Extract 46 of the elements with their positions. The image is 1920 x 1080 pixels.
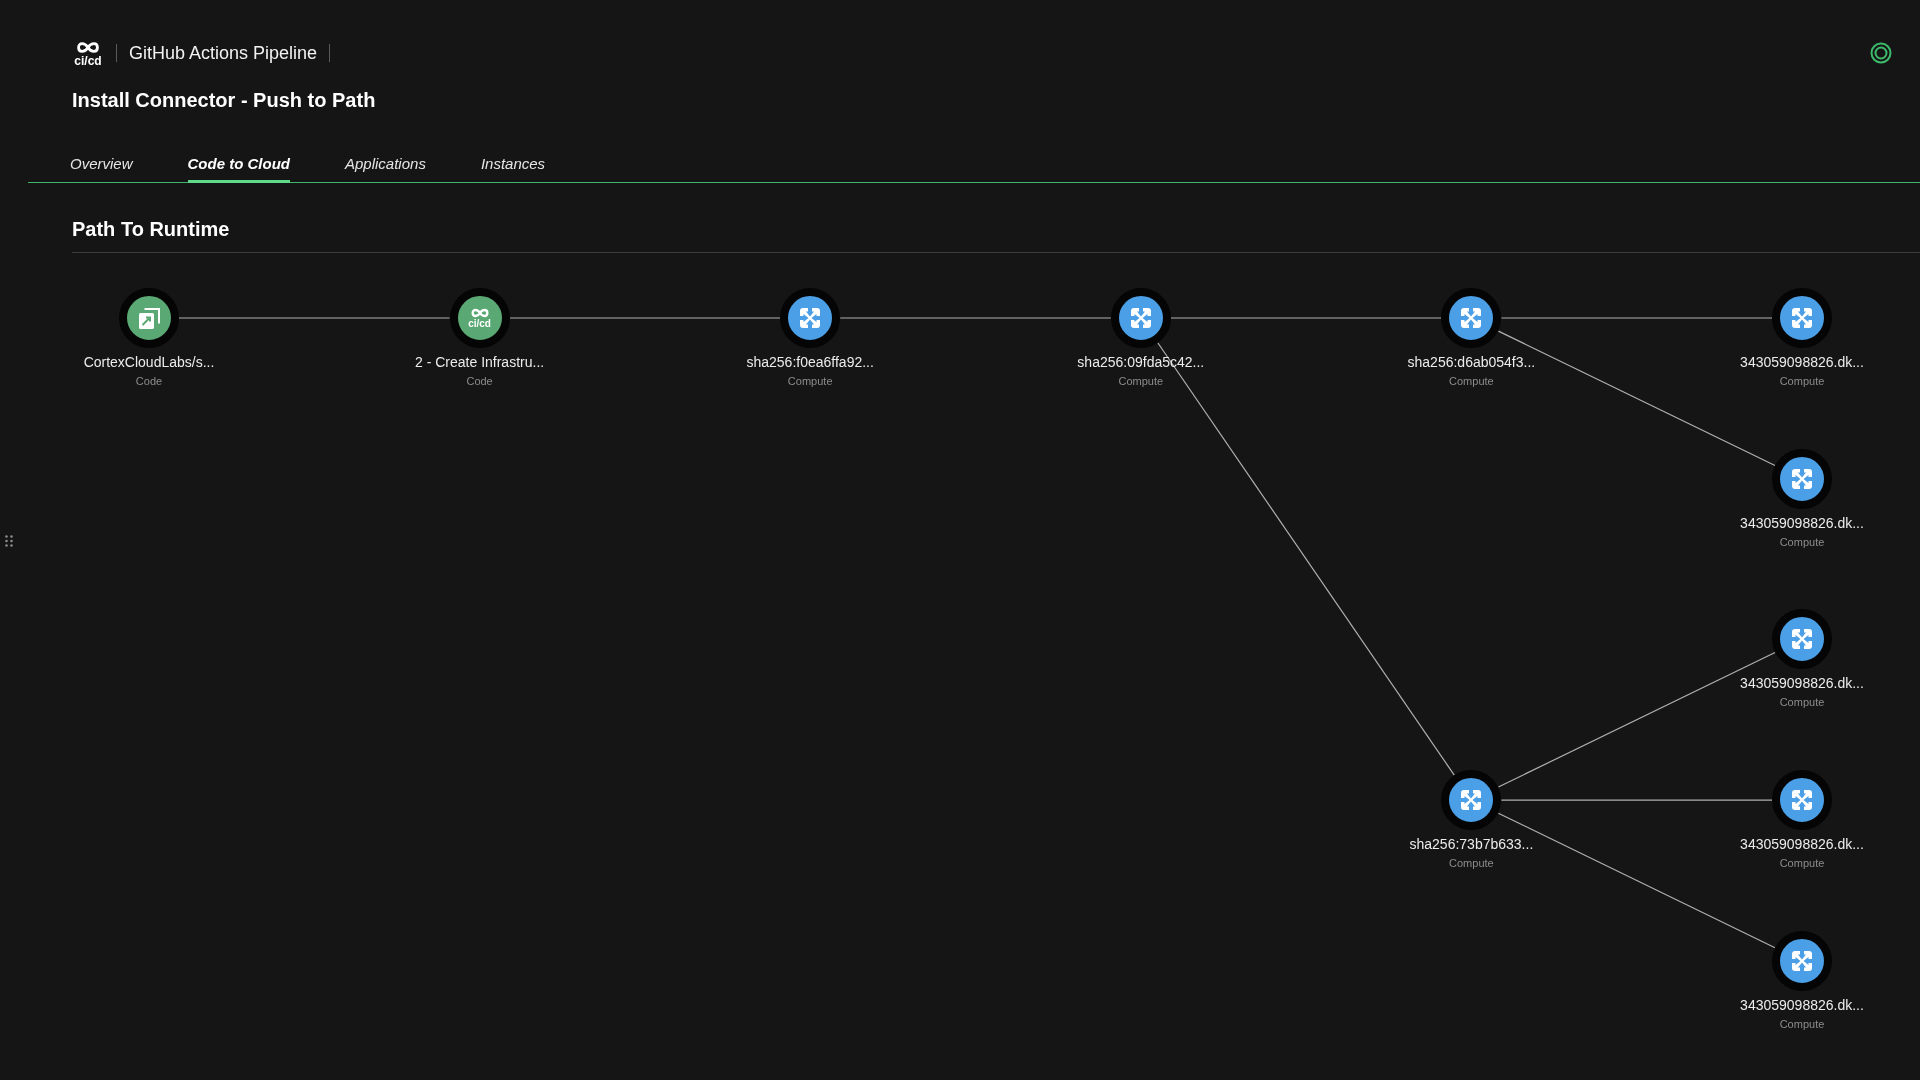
expand-arrows-icon	[1792, 308, 1812, 328]
node-category: Compute	[1779, 374, 1825, 388]
rings-icon[interactable]	[1870, 42, 1892, 64]
node-category: Compute	[1118, 374, 1164, 388]
node-category: Compute	[1449, 374, 1494, 388]
graph-node[interactable]	[1772, 288, 1832, 348]
node-category: Compute	[787, 374, 833, 388]
infinity-icon	[75, 39, 101, 55]
node-label: 343059098826.dk...	[1740, 995, 1864, 1014]
expand-arrows-icon	[1792, 790, 1812, 811]
expand-arrows-icon	[1792, 629, 1812, 650]
stacked-squares-icon	[138, 307, 160, 329]
node-label: 343059098826.dk...	[1740, 835, 1864, 854]
node-category: Compute	[1779, 534, 1825, 549]
node-label: 343059098826.dk...	[1740, 513, 1864, 532]
node-label: sha256:f0ea6ffa92...	[746, 353, 874, 371]
tab[interactable]: Applications	[345, 154, 426, 183]
expand-arrows-icon	[1792, 950, 1812, 971]
logo-text: ci/cd	[74, 54, 102, 67]
expand-arrows-icon	[1461, 308, 1482, 328]
pipeline-name: GitHub Actions Pipeline	[129, 42, 318, 65]
node-label: 343059098826.dk...	[1740, 353, 1864, 371]
section-title: Path To Runtime	[72, 217, 230, 242]
node-category: Compute	[1779, 856, 1825, 871]
node-label: sha256:09fda5c42...	[1077, 353, 1205, 371]
drag-handle-icon[interactable]	[5, 535, 13, 547]
expand-arrows-icon	[1130, 308, 1151, 328]
node-label: 2 - Create Infrastru...	[415, 353, 545, 371]
node-label: 343059098826.dk...	[1740, 674, 1864, 693]
node-category: Compute	[1779, 1016, 1825, 1031]
node-category: Compute	[1449, 856, 1494, 871]
node-category: Code	[135, 374, 163, 388]
logo-text: ci/cd	[468, 319, 491, 329]
expand-arrows-icon	[1461, 790, 1482, 811]
expand-arrows-icon	[1792, 468, 1812, 489]
node-category: Compute	[1779, 695, 1825, 710]
node-label: sha256:73b7b633...	[1409, 835, 1534, 854]
tab[interactable]: Code to Cloud	[187, 154, 290, 183]
node-label: CortexCloudLabs/s...	[83, 353, 215, 371]
page-title: Install Connector - Push to Path	[72, 88, 376, 113]
expand-arrows-icon	[800, 308, 821, 328]
node-category: Code	[466, 374, 493, 388]
tab[interactable]: Overview	[70, 154, 133, 183]
node-label: sha256:d6ab054f3...	[1407, 353, 1536, 371]
tab[interactable]: Instances	[480, 154, 546, 183]
infinity-icon	[469, 307, 490, 319]
